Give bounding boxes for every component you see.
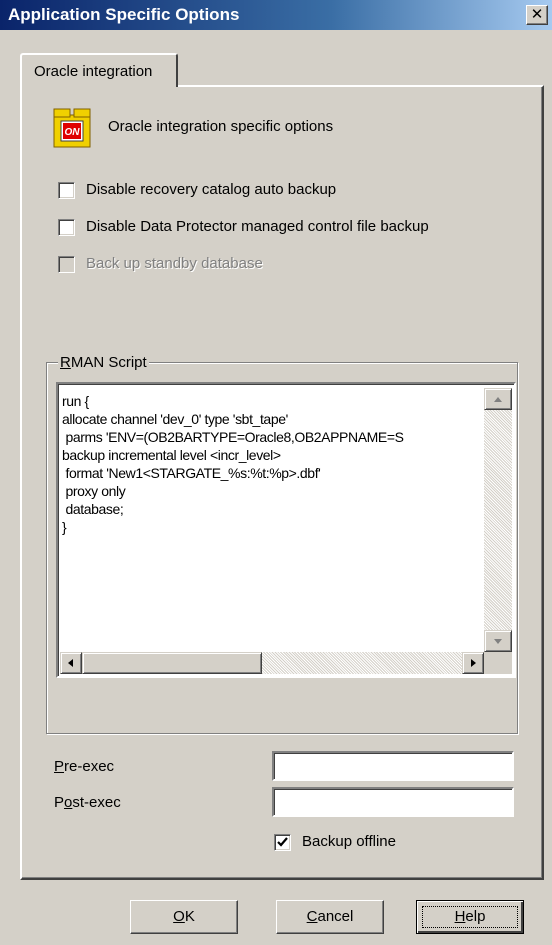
- disable-recovery-catalog-checkbox[interactable]: [58, 182, 75, 199]
- scroll-down-button[interactable]: [484, 630, 512, 652]
- post-exec-label: Post-exec: [54, 794, 121, 811]
- backup-offline-checkbox[interactable]: [274, 834, 291, 851]
- back-up-standby-label: Back up standby database: [86, 255, 263, 272]
- title-bar: Application Specific Options ✕: [0, 0, 552, 30]
- tab-label: Oracle integration: [34, 63, 153, 80]
- disable-recovery-catalog-label[interactable]: Disable recovery catalog auto backup: [86, 181, 336, 198]
- window-title: Application Specific Options: [8, 5, 240, 24]
- pre-exec-field[interactable]: [272, 751, 514, 781]
- tab-oracle-integration[interactable]: Oracle integration: [20, 53, 178, 87]
- rman-script-textarea[interactable]: run { allocate channel 'dev_0' type 'sbt…: [56, 382, 516, 678]
- close-icon: ✕: [530, 5, 544, 23]
- post-exec-field[interactable]: [272, 787, 514, 817]
- disable-control-file-backup-checkbox[interactable]: [58, 219, 75, 236]
- checkmark-icon: [277, 837, 288, 847]
- scroll-right-button[interactable]: [462, 652, 484, 674]
- close-button[interactable]: ✕: [526, 5, 548, 25]
- back-up-standby-checkbox[interactable]: [58, 256, 75, 273]
- pre-exec-label: Pre-exec: [54, 758, 115, 775]
- scroll-left-button[interactable]: [60, 652, 82, 674]
- scroll-corner: [484, 652, 512, 674]
- ok-button[interactable]: OK: [130, 900, 238, 934]
- section-heading: Oracle integration specific options: [108, 118, 334, 135]
- focus-rect: [422, 906, 518, 928]
- vertical-scrollbar[interactable]: [484, 388, 512, 652]
- cancel-button[interactable]: Cancel: [276, 900, 384, 934]
- icon-text: ON: [65, 127, 81, 138]
- arrow-down-icon: [494, 639, 502, 644]
- horizontal-scroll-thumb[interactable]: [82, 652, 262, 674]
- rman-script-group-label: RMAN Script: [58, 354, 149, 371]
- backup-offline-label[interactable]: Backup offline: [302, 833, 396, 850]
- arrow-up-icon: [494, 397, 502, 402]
- disable-control-file-backup-label[interactable]: Disable Data Protector managed control f…: [86, 218, 429, 235]
- rman-script-text: run { allocate channel 'dev_0' type 'sbt…: [62, 393, 404, 535]
- scroll-up-button[interactable]: [484, 388, 512, 410]
- arrow-right-icon: [471, 659, 476, 667]
- arrow-left-icon: [68, 659, 73, 667]
- oracle-app-icon: ON: [53, 108, 91, 148]
- help-button[interactable]: Help: [416, 900, 524, 934]
